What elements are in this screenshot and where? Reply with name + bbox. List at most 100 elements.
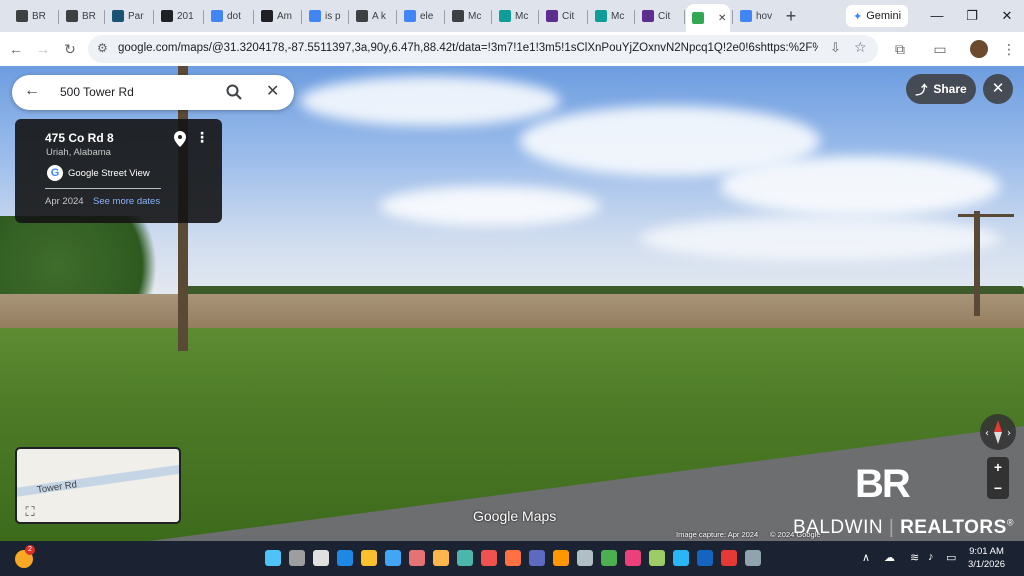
circle-icon [161, 10, 173, 22]
search-icon[interactable] [225, 83, 243, 101]
maps-search-box[interactable]: ← 500 Tower Rd ✕ [12, 75, 294, 110]
cloud [300, 76, 560, 126]
minimize-button[interactable]: — [922, 6, 952, 26]
magnifier-icon[interactable] [673, 550, 689, 566]
install-app-icon[interactable]: ⇩ [830, 40, 841, 56]
location-pin-icon[interactable] [174, 131, 186, 147]
maps-pin-icon[interactable] [625, 550, 641, 566]
compass-icon[interactable]: ‹ › [980, 414, 1016, 450]
home-icon[interactable] [433, 550, 449, 566]
tab-separator [444, 10, 445, 24]
word-icon[interactable] [697, 550, 713, 566]
tab-search-icon[interactable]: ▭ [929, 38, 951, 60]
tab-label: Cit [562, 10, 575, 22]
back-button[interactable]: ← [5, 38, 27, 60]
browser-tab[interactable]: hov [734, 4, 780, 28]
stack-icon[interactable] [649, 550, 665, 566]
menu-dots-icon[interactable]: ⋮ [998, 38, 1020, 60]
browser-tab[interactable]: Cit [636, 4, 682, 28]
tab-separator [348, 10, 349, 24]
zoom-out-button[interactable]: − [987, 478, 1009, 499]
teams-icon[interactable] [529, 550, 545, 566]
browser-tab[interactable]: dot [205, 4, 251, 28]
brand-registered: ® [1006, 517, 1014, 528]
br-icon [16, 10, 28, 22]
browser-tab[interactable]: Cit [540, 4, 586, 28]
address-bar[interactable]: ⚙ google.com/maps/@31.3204178,-87.551139… [88, 35, 878, 63]
tab-label: A k [372, 10, 386, 22]
browser-tab[interactable]: BR [10, 4, 56, 28]
brand-name-part2: REALTORS [900, 517, 1007, 538]
mail-icon[interactable] [481, 550, 497, 566]
help-icon[interactable] [385, 550, 401, 566]
tile-icon [499, 10, 511, 22]
volume-icon[interactable]: ♪ [928, 551, 934, 563]
profile-avatar[interactable] [970, 40, 988, 58]
media-icon[interactable] [721, 550, 737, 566]
maps-icon [692, 12, 704, 24]
tab-separator [538, 10, 539, 24]
clear-search-icon[interactable]: ✕ [266, 81, 279, 101]
browser-tab[interactable]: A k [350, 4, 396, 28]
browser-tab[interactable]: ele [398, 4, 444, 28]
browser-tab[interactable]: BR [60, 4, 106, 28]
zoom-in-button[interactable]: + [987, 457, 1009, 478]
share-button[interactable]: ⤴ Share [906, 74, 976, 104]
forward-button[interactable]: → [32, 38, 54, 60]
camera-icon[interactable] [457, 550, 473, 566]
wifi-icon[interactable]: ≋ [910, 551, 919, 564]
browser-tab[interactable]: Am [255, 4, 301, 28]
back-arrow-icon[interactable]: ← [24, 82, 40, 100]
brand-name-part1: BALDWIN [793, 517, 884, 538]
minimap[interactable]: Tower Rd ⛶ [15, 447, 181, 524]
windows-start-icon[interactable] [265, 550, 281, 566]
extensions-icon[interactable]: ⧉ [889, 38, 911, 60]
file-explorer-icon[interactable] [361, 550, 377, 566]
source-label: Google Street View [68, 167, 150, 179]
tab-separator [301, 10, 302, 24]
system-clock[interactable]: 9:01 AM 3/1/2026 [968, 545, 1005, 571]
app-icon[interactable] [505, 550, 521, 566]
close-window-button[interactable]: ✕ [992, 6, 1022, 26]
browser-tab[interactable]: is p [303, 4, 349, 28]
browser-tab[interactable]: ✕ [686, 4, 730, 32]
search-icon[interactable] [289, 550, 305, 566]
browser-tab[interactable]: Par [106, 4, 152, 28]
browser-tab[interactable]: Mc [589, 4, 635, 28]
search-query[interactable]: 500 Tower Rd [60, 85, 134, 99]
clock-time: 9:01 AM [969, 546, 1004, 557]
location-city: Uriah, Alabama [46, 147, 111, 158]
browser-tab[interactable]: 201 [155, 4, 201, 28]
tab-separator [396, 10, 397, 24]
browser-toolbar: ← → ↻ ⚙ google.com/maps/@31.3204178,-87.… [0, 32, 1024, 66]
photo-icon[interactable] [409, 550, 425, 566]
onedrive-icon[interactable]: ☁ [884, 551, 895, 564]
show-hidden-icons[interactable]: ∧ [862, 551, 870, 564]
bookmark-star-icon[interactable]: ☆ [854, 39, 867, 56]
task-view-icon[interactable] [313, 550, 329, 566]
tab-label: Am [277, 10, 292, 22]
gemini-button[interactable]: ✦ Gemini [846, 5, 908, 27]
new-tab-button[interactable]: + [780, 5, 802, 27]
reader-icon[interactable] [577, 550, 593, 566]
battery-icon[interactable]: ▭ [946, 551, 956, 564]
hp-icon[interactable] [337, 550, 353, 566]
see-more-dates-link[interactable]: See more dates [93, 196, 160, 207]
browser-tab[interactable]: Mc [446, 4, 492, 28]
expand-map-icon[interactable]: ⛶ [21, 503, 39, 521]
close-tab-icon[interactable]: ✕ [718, 13, 726, 24]
tab-strip: BR BR Par 201 dot Am is p A k ele Mc Mc Cit Mc Cit ✕ ho… [0, 0, 1024, 32]
chrome-icon[interactable] [601, 550, 617, 566]
site-info-icon[interactable]: ⚙ [97, 41, 108, 55]
tab-separator [253, 10, 254, 24]
more-options-icon[interactable]: ⋮ [195, 130, 209, 144]
globe-icon [356, 10, 368, 22]
flame-icon[interactable] [553, 550, 569, 566]
calculator-icon[interactable] [745, 550, 761, 566]
google-maps-watermark: Google Maps [473, 508, 557, 524]
restore-button[interactable]: ❐ [957, 6, 987, 26]
minimap-road-label: Tower Rd [36, 479, 78, 496]
close-street-view-button[interactable]: ✕ [983, 74, 1013, 104]
browser-tab[interactable]: Mc [493, 4, 539, 28]
reload-button[interactable]: ↻ [59, 38, 81, 60]
